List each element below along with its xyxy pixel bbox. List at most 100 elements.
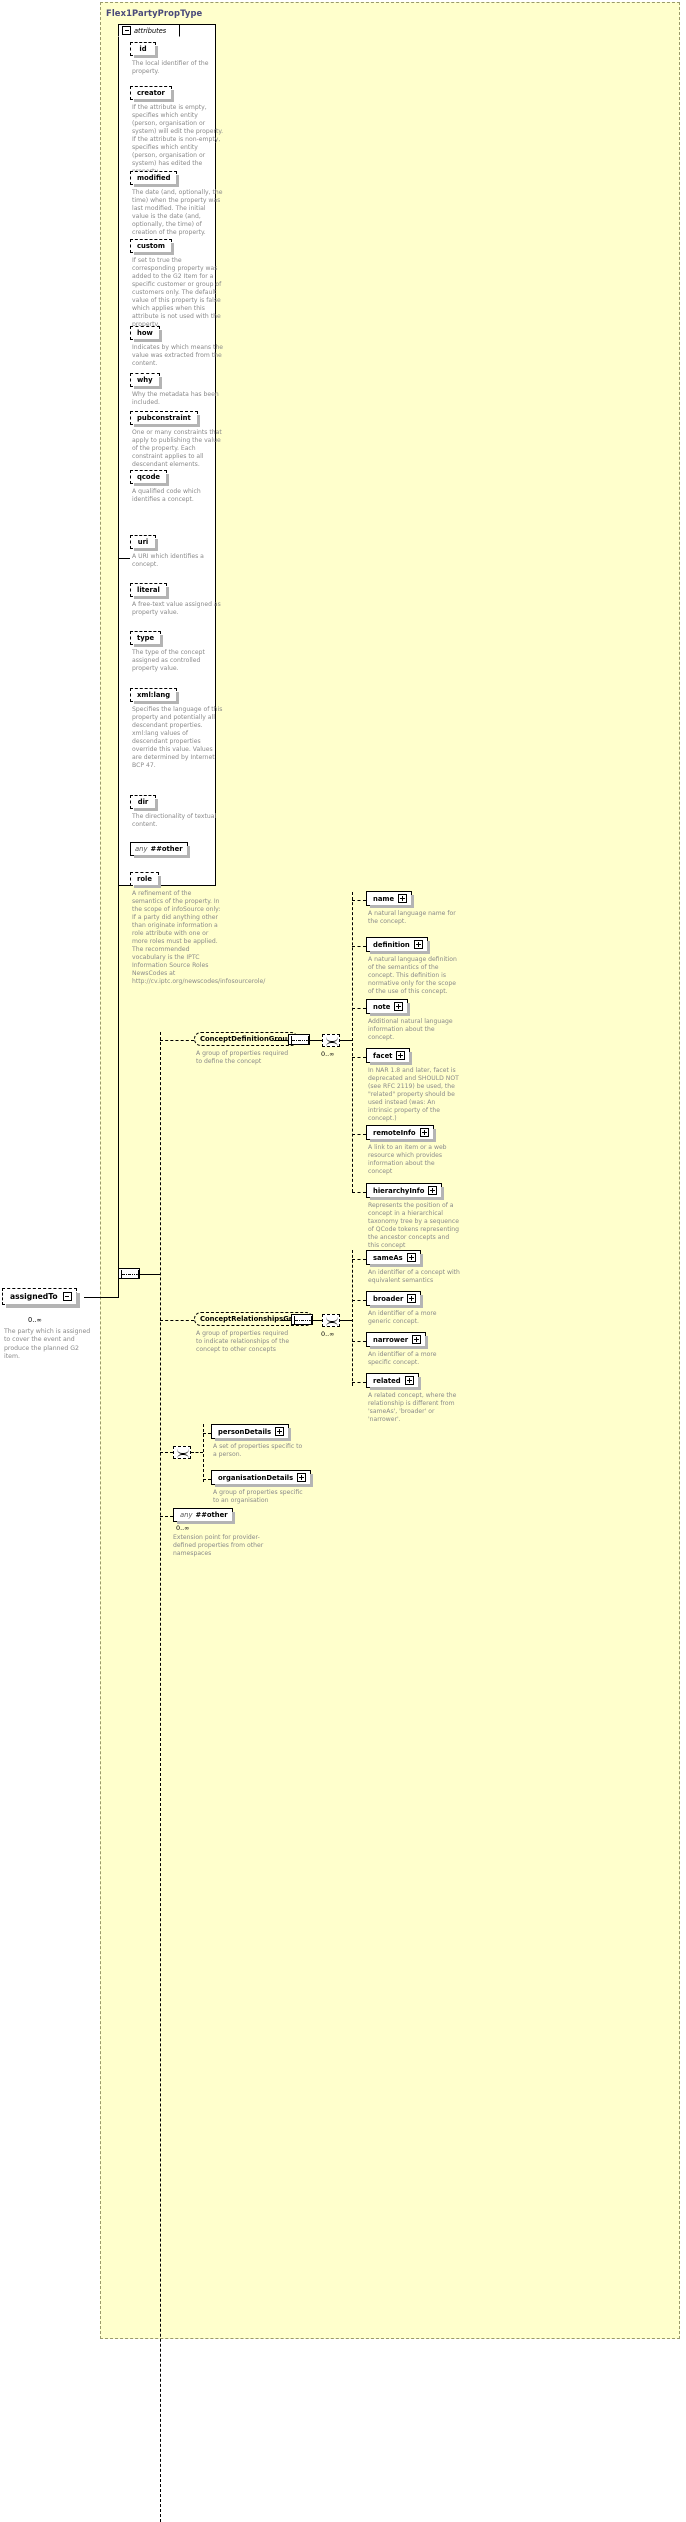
element-box: hierarchyInfo <box>366 1183 445 1200</box>
expand-icon[interactable] <box>407 1294 417 1303</box>
attribute-description: The directionality of textual content. <box>132 813 217 829</box>
element-description: A group of properties specific to an org… <box>213 1489 303 1505</box>
attribute-description: One or many constraints that apply to pu… <box>132 429 222 469</box>
expand-icon[interactable] <box>406 1253 416 1262</box>
element-box: note <box>366 999 411 1016</box>
sequence-connector-crg[interactable] <box>291 1314 313 1325</box>
attribute-name: why <box>130 373 162 389</box>
attribute-node-xml-lang[interactable]: xml:lang <box>130 688 180 704</box>
connector-line <box>352 1192 366 1193</box>
connector-line <box>274 1040 288 1041</box>
connector-line <box>352 1134 366 1135</box>
attribute-name: literal <box>130 583 169 599</box>
element-node-assignedTo[interactable]: assignedTo <box>2 1288 80 1308</box>
attribute-name: how <box>130 326 162 342</box>
attribute-node-how[interactable]: how <box>130 326 162 342</box>
element-node-organisationDetails[interactable]: organisationDetails A group of propertie… <box>211 1470 314 1504</box>
element-node-facet[interactable]: facet In NAR 1.8 and later, facet is dep… <box>366 1048 459 1122</box>
expand-icon[interactable] <box>413 940 423 949</box>
attribute-node-role[interactable]: role <box>130 872 161 888</box>
expand-icon[interactable] <box>404 1376 414 1385</box>
element-node-remoteInfo[interactable]: remoteInfo A link to an item or a web re… <box>366 1125 447 1175</box>
element-box: organisationDetails <box>211 1470 314 1487</box>
connector-line <box>352 1300 366 1301</box>
attribute-node-dir[interactable]: dir <box>130 795 158 811</box>
attribute-node-uri[interactable]: uri <box>130 535 158 551</box>
expand-icon[interactable] <box>394 1002 404 1011</box>
element-box: sameAs <box>366 1250 423 1267</box>
connector-line <box>160 1516 173 1517</box>
element-description: A set of properties specific to a person… <box>213 1443 303 1459</box>
element-name: note <box>373 1002 391 1011</box>
element-node-hierarchyInfo[interactable]: hierarchyInfo Represents the position of… <box>366 1183 459 1249</box>
attribute-description: A free-text value assigned as property v… <box>132 601 221 617</box>
assignedTo-box: assignedTo <box>2 1288 80 1308</box>
choice-connector-cdg[interactable] <box>322 1034 340 1047</box>
element-node-note[interactable]: note Additional natural language informa… <box>366 999 453 1041</box>
attribute-node-any-other[interactable]: any ##other <box>130 842 190 858</box>
attribute-node-why[interactable]: why <box>130 373 162 389</box>
element-node-definition[interactable]: definition A natural language definition… <box>366 937 457 995</box>
connector-line <box>84 1297 118 1298</box>
element-box: personDetails <box>211 1424 292 1441</box>
connector-line <box>281 1320 291 1321</box>
connector-spine <box>352 1250 353 1386</box>
attribute-name: dir <box>130 795 158 811</box>
attributes-tab[interactable]: attributes <box>118 24 180 37</box>
element-node-sameAs[interactable]: sameAs An identifier of a concept with e… <box>366 1250 460 1284</box>
attribute-node-custom[interactable]: custom <box>130 239 174 255</box>
element-description: Additional natural language information … <box>368 1018 453 1042</box>
element-box: remoteInfo <box>366 1125 436 1142</box>
element-name: assignedTo <box>10 1292 58 1301</box>
choice-connector-details[interactable] <box>173 1446 191 1459</box>
attribute-name: modified <box>130 171 180 187</box>
attribute-description: A refinement of the semantics of the pro… <box>132 890 266 986</box>
expand-icon[interactable] <box>428 1186 438 1195</box>
expand-icon[interactable] <box>398 894 408 903</box>
sequence-connector-cdg[interactable] <box>288 1034 310 1045</box>
group-node-concept-definition[interactable]: ConceptDefinitionGroup A group of proper… <box>194 1032 299 1065</box>
attribute-node-literal[interactable]: literal <box>130 583 169 599</box>
attribute-description: A URI which identifies a concept. <box>132 553 204 569</box>
attribute-node-id[interactable]: id <box>130 42 158 58</box>
attribute-node-pubconstraint[interactable]: pubconstraint <box>130 411 200 427</box>
element-description: A related concept, where the relationshi… <box>368 1392 457 1424</box>
expand-icon[interactable] <box>275 1427 285 1436</box>
type-title: Flex1PartyPropType <box>106 8 203 18</box>
assignedTo-cardinality: 0..∞ <box>28 1316 42 1324</box>
element-node-personDetails[interactable]: personDetails A set of properties specif… <box>211 1424 302 1458</box>
element-name: broader <box>373 1294 404 1303</box>
element-node-name[interactable]: name A natural language name for the con… <box>366 891 456 925</box>
element-box: broader <box>366 1291 424 1308</box>
expand-icon[interactable] <box>297 1473 307 1482</box>
element-box: narrower <box>366 1332 429 1349</box>
connector-line <box>203 1479 211 1480</box>
cdg-cardinality: 0..∞ <box>321 1050 335 1058</box>
connector-line <box>203 1433 211 1434</box>
element-node-broader[interactable]: broader An identifier of a more generic … <box>366 1291 437 1325</box>
element-node-related[interactable]: related A related concept, where the rel… <box>366 1373 456 1423</box>
element-name: organisationDetails <box>218 1473 294 1482</box>
collapse-icon[interactable] <box>122 26 131 35</box>
element-node-narrower[interactable]: narrower An identifier of a more specifi… <box>366 1332 437 1366</box>
connector-line <box>340 1040 352 1041</box>
connector-line <box>160 1452 173 1453</box>
attribute-node-qcode[interactable]: qcode <box>130 470 170 486</box>
attribute-node-type[interactable]: type <box>130 631 164 647</box>
expand-icon[interactable] <box>419 1128 429 1137</box>
connector-line <box>160 1320 194 1321</box>
collapse-icon[interactable] <box>62 1292 72 1301</box>
attribute-name: qcode <box>130 470 170 486</box>
any-node-box: any ##other <box>130 842 190 858</box>
sequence-connector-main[interactable] <box>118 1268 140 1279</box>
expand-icon[interactable] <box>396 1051 406 1060</box>
element-node-extension-any[interactable]: any ##other <box>173 1508 235 1524</box>
choice-connector-crg[interactable] <box>322 1314 340 1327</box>
any-keyword: any <box>135 845 148 853</box>
attribute-node-creator[interactable]: creator <box>130 86 174 102</box>
assignedTo-description: The party which is assigned to cover the… <box>4 1328 91 1361</box>
expand-icon[interactable] <box>412 1335 422 1344</box>
element-description: An identifier of a more specific concept… <box>368 1351 437 1367</box>
attribute-node-modified[interactable]: modified <box>130 171 180 187</box>
element-box: definition <box>366 937 430 954</box>
